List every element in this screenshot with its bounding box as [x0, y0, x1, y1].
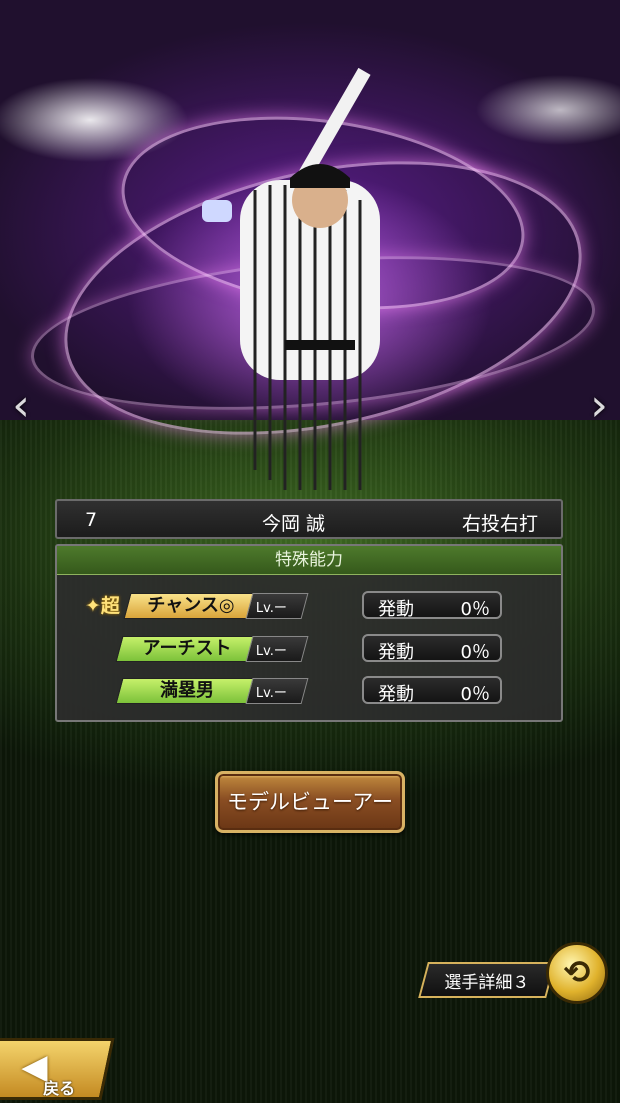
ability-level: Lv.ー [245, 678, 309, 704]
player-number: 7 [85, 509, 98, 531]
trigger-value: 0％ [460, 642, 490, 663]
ability-tag: 満塁男 [115, 678, 259, 704]
super-mark: ✦超 [85, 595, 120, 617]
trigger-label: 発動 [378, 684, 414, 705]
ability-name: チャンス◎ [147, 595, 235, 616]
trigger-label: 発動 [378, 642, 414, 663]
player-name: 今岡 誠 [262, 513, 326, 535]
player-detail-label: 選手詳細３ [444, 973, 530, 993]
model-viewer-button[interactable]: モデルビューアー [215, 771, 405, 833]
ability-row[interactable]: アーチスト Lv.ー 発動 0％ [57, 634, 561, 664]
trigger-rate-box: 発動 0％ [362, 634, 502, 663]
ability-tag: アーチスト [115, 636, 259, 662]
trigger-rate-box: 発動 0％ [362, 591, 502, 620]
player-info-bar: 7 今岡 誠 右投右打 [55, 499, 563, 539]
trigger-label: 発動 [378, 599, 414, 620]
next-player-arrow[interactable]: › [582, 378, 616, 434]
ability-tag: チャンス◎ [123, 593, 259, 619]
ability-name: 満塁男 [160, 680, 214, 701]
back-label: 戻る [43, 1079, 76, 1098]
swap-arrows-icon[interactable]: ⟲ [546, 942, 608, 1004]
ability-row[interactable]: ✦超 チャンス◎ Lv.ー 発動 0％ [57, 591, 561, 621]
special-ability-panel: 特殊能力 ✦超 チャンス◎ Lv.ー 発動 0％ アーチスト Lv.ー 発動 0… [55, 544, 563, 722]
panel-title: 特殊能力 [57, 546, 561, 575]
player-image [202, 67, 380, 490]
back-button[interactable]: ◀ 戻る [0, 1038, 115, 1100]
prev-player-arrow[interactable]: ‹ [4, 378, 38, 434]
ability-level: Lv.ー [245, 593, 309, 619]
ability-name: アーチスト [142, 638, 232, 659]
ability-level: Lv.ー [245, 636, 309, 662]
trigger-rate-box: 発動 0％ [362, 676, 502, 705]
ability-row[interactable]: 満塁男 Lv.ー 発動 0％ [57, 676, 561, 706]
player-bat-throw: 右投右打 [462, 513, 539, 535]
trigger-value: 0％ [460, 684, 490, 705]
player-detail-button[interactable]: 選手詳細３ [418, 962, 556, 998]
trigger-value: 0％ [460, 599, 490, 620]
